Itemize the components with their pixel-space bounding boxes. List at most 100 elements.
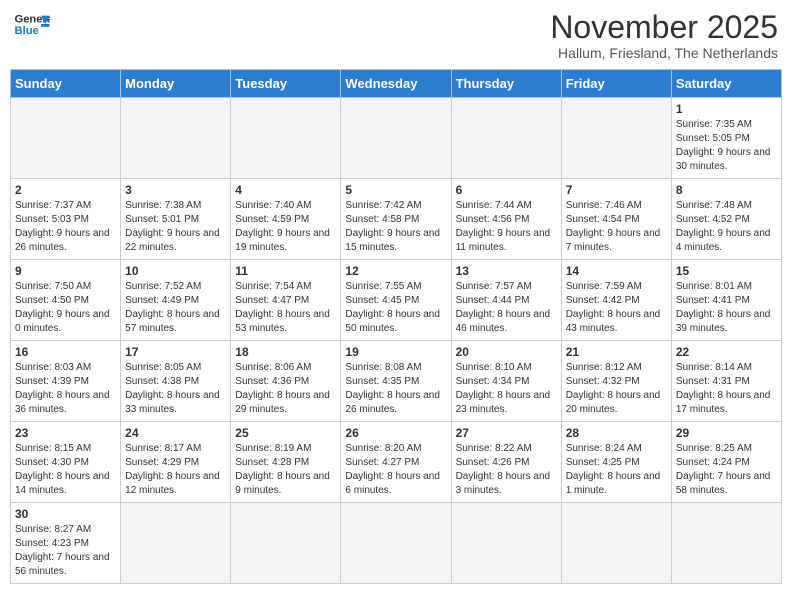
day-number: 30 (15, 507, 116, 521)
calendar-day-cell (121, 503, 231, 584)
day-info: Sunrise: 7:38 AM Sunset: 5:01 PM Dayligh… (125, 199, 226, 255)
day-number: 14 (566, 264, 667, 278)
day-info: Sunrise: 7:59 AM Sunset: 4:42 PM Dayligh… (566, 280, 667, 336)
day-info: Sunrise: 7:44 AM Sunset: 4:56 PM Dayligh… (456, 199, 557, 255)
day-info: Sunrise: 7:37 AM Sunset: 5:03 PM Dayligh… (15, 199, 116, 255)
day-number: 11 (235, 264, 336, 278)
calendar-day-cell: 22 Sunrise: 8:14 AM Sunset: 4:31 PM Dayli… (671, 341, 781, 422)
day-info: Sunrise: 7:46 AM Sunset: 4:54 PM Dayligh… (566, 199, 667, 255)
calendar-week-row: 1 Sunrise: 7:35 AM Sunset: 5:05 PM Daylig… (11, 98, 782, 179)
calendar-week-row: 30Sunrise: 8:27 AM Sunset: 4:23 PM Dayli… (11, 503, 782, 584)
calendar-day-cell: 21Sunrise: 8:12 AM Sunset: 4:32 PM Dayli… (561, 341, 671, 422)
calendar-day-cell (671, 503, 781, 584)
calendar-week-row: 9 Sunrise: 7:50 AM Sunset: 4:50 PM Daylig… (11, 260, 782, 341)
calendar-day-cell: 7 Sunrise: 7:46 AM Sunset: 4:54 PM Daylig… (561, 179, 671, 260)
day-number: 27 (456, 426, 557, 440)
day-number: 19 (345, 345, 446, 359)
calendar-day-cell: 30Sunrise: 8:27 AM Sunset: 4:23 PM Dayli… (11, 503, 121, 584)
day-info: Sunrise: 8:19 AM Sunset: 4:28 PM Dayligh… (235, 442, 336, 498)
header-sunday: Sunday (11, 70, 121, 98)
day-number: 22 (676, 345, 777, 359)
day-info: Sunrise: 8:22 AM Sunset: 4:26 PM Dayligh… (456, 442, 557, 498)
day-number: 12 (345, 264, 446, 278)
day-info: Sunrise: 7:42 AM Sunset: 4:58 PM Dayligh… (345, 199, 446, 255)
day-info: Sunrise: 8:03 AM Sunset: 4:39 PM Dayligh… (15, 361, 116, 417)
calendar-day-cell: 18 Sunrise: 8:06 AM Sunset: 4:36 PM Dayli… (231, 341, 341, 422)
day-info: Sunrise: 8:24 AM Sunset: 4:25 PM Dayligh… (566, 442, 667, 498)
svg-text:Blue: Blue (15, 25, 39, 37)
day-info: Sunrise: 7:52 AM Sunset: 4:49 PM Dayligh… (125, 280, 226, 336)
day-info: Sunrise: 8:14 AM Sunset: 4:31 PM Dayligh… (676, 361, 777, 417)
day-number: 9 (15, 264, 116, 278)
day-info: Sunrise: 8:01 AM Sunset: 4:41 PM Dayligh… (676, 280, 777, 336)
calendar-day-cell: 28 Sunrise: 8:24 AM Sunset: 4:25 PM Dayli… (561, 422, 671, 503)
day-info: Sunrise: 8:05 AM Sunset: 4:38 PM Dayligh… (125, 361, 226, 417)
day-number: 24 (125, 426, 226, 440)
calendar-day-cell: 27 Sunrise: 8:22 AM Sunset: 4:26 PM Dayli… (451, 422, 561, 503)
title-area: November 2025 Hallum, Friesland, The Net… (550, 10, 778, 61)
day-info: Sunrise: 7:55 AM Sunset: 4:45 PM Dayligh… (345, 280, 446, 336)
day-number: 20 (456, 345, 557, 359)
header-friday: Friday (561, 70, 671, 98)
day-number: 3 (125, 183, 226, 197)
calendar-day-cell: 20Sunrise: 8:10 AM Sunset: 4:34 PM Dayli… (451, 341, 561, 422)
day-number: 18 (235, 345, 336, 359)
day-number: 15 (676, 264, 777, 278)
calendar-header-row: SundayMondayTuesdayWednesdayThursdayFrid… (11, 70, 782, 98)
day-number: 10 (125, 264, 226, 278)
calendar-day-cell (561, 503, 671, 584)
day-info: Sunrise: 8:06 AM Sunset: 4:36 PM Dayligh… (235, 361, 336, 417)
calendar-week-row: 16Sunrise: 8:03 AM Sunset: 4:39 PM Dayli… (11, 341, 782, 422)
day-number: 2 (15, 183, 116, 197)
day-number: 8 (676, 183, 777, 197)
calendar-day-cell (451, 98, 561, 179)
calendar-day-cell: 26Sunrise: 8:20 AM Sunset: 4:27 PM Dayli… (341, 422, 451, 503)
day-number: 13 (456, 264, 557, 278)
day-info: Sunrise: 7:54 AM Sunset: 4:47 PM Dayligh… (235, 280, 336, 336)
header-saturday: Saturday (671, 70, 781, 98)
day-info: Sunrise: 8:15 AM Sunset: 4:30 PM Dayligh… (15, 442, 116, 498)
calendar-day-cell: 8 Sunrise: 7:48 AM Sunset: 4:52 PM Daylig… (671, 179, 781, 260)
calendar-day-cell: 14 Sunrise: 7:59 AM Sunset: 4:42 PM Dayli… (561, 260, 671, 341)
day-info: Sunrise: 8:25 AM Sunset: 4:24 PM Dayligh… (676, 442, 777, 498)
calendar-day-cell (341, 503, 451, 584)
calendar-week-row: 23 Sunrise: 8:15 AM Sunset: 4:30 PM Dayli… (11, 422, 782, 503)
calendar-day-cell: 11 Sunrise: 7:54 AM Sunset: 4:47 PM Dayli… (231, 260, 341, 341)
day-info: Sunrise: 7:40 AM Sunset: 4:59 PM Dayligh… (235, 199, 336, 255)
header-wednesday: Wednesday (341, 70, 451, 98)
day-number: 6 (456, 183, 557, 197)
day-info: Sunrise: 8:08 AM Sunset: 4:35 PM Dayligh… (345, 361, 446, 417)
day-info: Sunrise: 7:48 AM Sunset: 4:52 PM Dayligh… (676, 199, 777, 255)
calendar-day-cell (341, 98, 451, 179)
calendar-subtitle: Hallum, Friesland, The Netherlands (550, 45, 778, 61)
day-number: 29 (676, 426, 777, 440)
day-number: 4 (235, 183, 336, 197)
logo-icon: General Blue (14, 10, 50, 38)
day-number: 1 (676, 102, 777, 116)
calendar-day-cell: 10 Sunrise: 7:52 AM Sunset: 4:49 PM Dayli… (121, 260, 231, 341)
calendar-day-cell: 6 Sunrise: 7:44 AM Sunset: 4:56 PM Daylig… (451, 179, 561, 260)
calendar-day-cell: 9 Sunrise: 7:50 AM Sunset: 4:50 PM Daylig… (11, 260, 121, 341)
header: General Blue November 2025 Hallum, Fries… (10, 10, 782, 61)
day-number: 7 (566, 183, 667, 197)
day-number: 23 (15, 426, 116, 440)
calendar-day-cell (451, 503, 561, 584)
day-info: Sunrise: 8:20 AM Sunset: 4:27 PM Dayligh… (345, 442, 446, 498)
calendar-day-cell: 29 Sunrise: 8:25 AM Sunset: 4:24 PM Dayli… (671, 422, 781, 503)
calendar-day-cell: 17 Sunrise: 8:05 AM Sunset: 4:38 PM Dayli… (121, 341, 231, 422)
day-info: Sunrise: 7:35 AM Sunset: 5:05 PM Dayligh… (676, 118, 777, 174)
calendar-title: November 2025 (550, 10, 778, 45)
day-info: Sunrise: 8:12 AM Sunset: 4:32 PM Dayligh… (566, 361, 667, 417)
calendar-day-cell: 12 Sunrise: 7:55 AM Sunset: 4:45 PM Dayli… (341, 260, 451, 341)
calendar-day-cell (121, 98, 231, 179)
day-number: 5 (345, 183, 446, 197)
day-number: 17 (125, 345, 226, 359)
calendar-day-cell: 16Sunrise: 8:03 AM Sunset: 4:39 PM Dayli… (11, 341, 121, 422)
calendar-day-cell: 25 Sunrise: 8:19 AM Sunset: 4:28 PM Dayli… (231, 422, 341, 503)
day-number: 25 (235, 426, 336, 440)
calendar-day-cell: 15 Sunrise: 8:01 AM Sunset: 4:41 PM Dayli… (671, 260, 781, 341)
day-info: Sunrise: 7:50 AM Sunset: 4:50 PM Dayligh… (15, 280, 116, 336)
day-number: 28 (566, 426, 667, 440)
calendar-day-cell: 13Sunrise: 7:57 AM Sunset: 4:44 PM Dayli… (451, 260, 561, 341)
calendar-day-cell: 23 Sunrise: 8:15 AM Sunset: 4:30 PM Dayli… (11, 422, 121, 503)
